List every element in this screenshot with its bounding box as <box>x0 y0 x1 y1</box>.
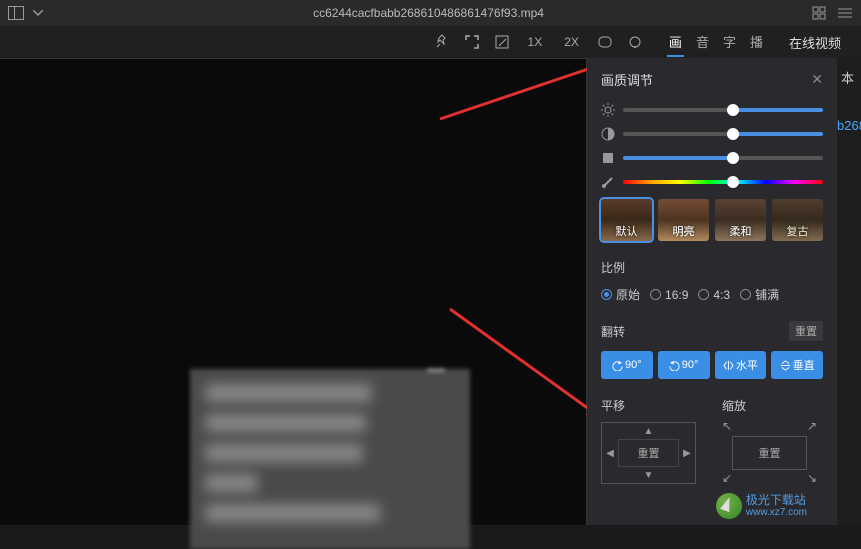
preset-soft[interactable]: 柔和 <box>715 199 766 241</box>
dropdown-caret-icon[interactable] <box>30 5 46 21</box>
pan-label: 平移 <box>601 397 702 414</box>
contrast-slider[interactable] <box>623 132 823 136</box>
brightness-icon <box>601 103 615 117</box>
hue-icon <box>601 175 615 189</box>
flip-horizontal-button[interactable]: 水平 <box>715 351 767 379</box>
online-video-label[interactable]: 在线视频 <box>779 30 851 55</box>
rotate-left-90-button[interactable]: 90° <box>601 351 653 379</box>
contrast-slider-row <box>601 127 823 141</box>
ratio-label: 比例 <box>601 259 823 276</box>
right-tab[interactable]: 本 <box>837 58 861 97</box>
brightness-slider-row <box>601 103 823 117</box>
brightness-slider[interactable] <box>623 108 823 112</box>
tab-picture[interactable]: 画 <box>667 28 684 57</box>
snapshot-icon[interactable] <box>494 34 510 50</box>
ratio-16-9[interactable]: 16:9 <box>650 286 688 303</box>
zoom-out-tr-button[interactable]: ↗ <box>807 422 817 432</box>
grid-icon[interactable] <box>811 5 827 21</box>
flip-vertical-button[interactable]: 垂直 <box>771 351 823 379</box>
titlebar: cc6244cacfbabb268610486861476f93.mp4 <box>0 0 861 26</box>
caption-indicator-icon <box>427 369 445 371</box>
playlist-file-link[interactable]: b268 <box>837 118 861 133</box>
pan-right-button[interactable]: ▶ <box>679 439 695 467</box>
saturation-slider-row <box>601 151 823 165</box>
zoom-out-tl-button[interactable]: ↖ <box>722 422 732 432</box>
flip-reset-button[interactable]: 重置 <box>789 321 823 341</box>
pin-icon[interactable] <box>434 34 450 50</box>
close-panel-button[interactable]: ✕ <box>811 71 823 88</box>
preset-bright[interactable]: 明亮 <box>658 199 709 241</box>
ratio-original[interactable]: 原始 <box>601 286 640 303</box>
preset-retro[interactable]: 复古 <box>772 199 823 241</box>
rotate-right-90-button[interactable]: 90° <box>658 351 710 379</box>
video-area[interactable] <box>0 58 587 525</box>
tab-audio[interactable]: 音 <box>694 28 711 57</box>
ratio-4-3[interactable]: 4:3 <box>698 286 730 303</box>
hue-slider-row <box>601 175 823 189</box>
loop-icon[interactable] <box>597 34 613 50</box>
saturation-slider[interactable] <box>623 156 823 160</box>
pan-up-button[interactable]: ▲ <box>618 423 679 439</box>
list-icon[interactable] <box>837 5 853 21</box>
video-frame-content <box>190 369 470 549</box>
zoom-reset-button[interactable]: 重置 <box>732 436 807 470</box>
layout-button[interactable] <box>8 5 24 21</box>
pan-down-button[interactable]: ▼ <box>618 467 679 483</box>
effect-icon[interactable] <box>627 34 643 50</box>
saturation-icon <box>601 151 615 165</box>
expand-icon[interactable] <box>464 34 480 50</box>
hue-slider[interactable] <box>623 180 823 184</box>
zoom-label: 缩放 <box>722 397 823 414</box>
ratio-fill[interactable]: 铺满 <box>740 286 779 303</box>
zoom-out-bl-button[interactable]: ↙ <box>722 474 732 484</box>
zoom-out-br-button[interactable]: ↘ <box>807 474 817 484</box>
speed-2x-button[interactable]: 2X <box>560 33 583 51</box>
right-sidebar: 本 b268 <box>837 58 861 525</box>
contrast-icon <box>601 127 615 141</box>
pan-left-button[interactable]: ◀ <box>602 439 618 467</box>
pan-reset-button[interactable]: 重置 <box>618 439 679 467</box>
window-title: cc6244cacfbabb268610486861476f93.mp4 <box>46 6 811 20</box>
speed-1x-button[interactable]: 1X <box>524 33 547 51</box>
panel-title: 画质调节 <box>601 70 653 89</box>
flip-label: 翻转 重置 <box>601 321 823 341</box>
pan-control: ▲ ◀ 重置 ▶ ▼ <box>601 422 696 484</box>
tab-subtitle[interactable]: 字 <box>721 28 738 57</box>
toolbar: 1X 2X 画 音 字 播 在线视频 <box>0 26 861 58</box>
zoom-control: ↖ ↗ ↙ ↘ 重置 <box>722 422 817 484</box>
watermark: 极光下载站 www.xz7.com <box>716 493 807 519</box>
watermark-logo-icon <box>716 493 742 519</box>
tab-play[interactable]: 播 <box>748 28 765 57</box>
picture-adjust-panel: 画质调节 ✕ 默认 <box>587 58 837 525</box>
preset-default[interactable]: 默认 <box>601 199 652 241</box>
